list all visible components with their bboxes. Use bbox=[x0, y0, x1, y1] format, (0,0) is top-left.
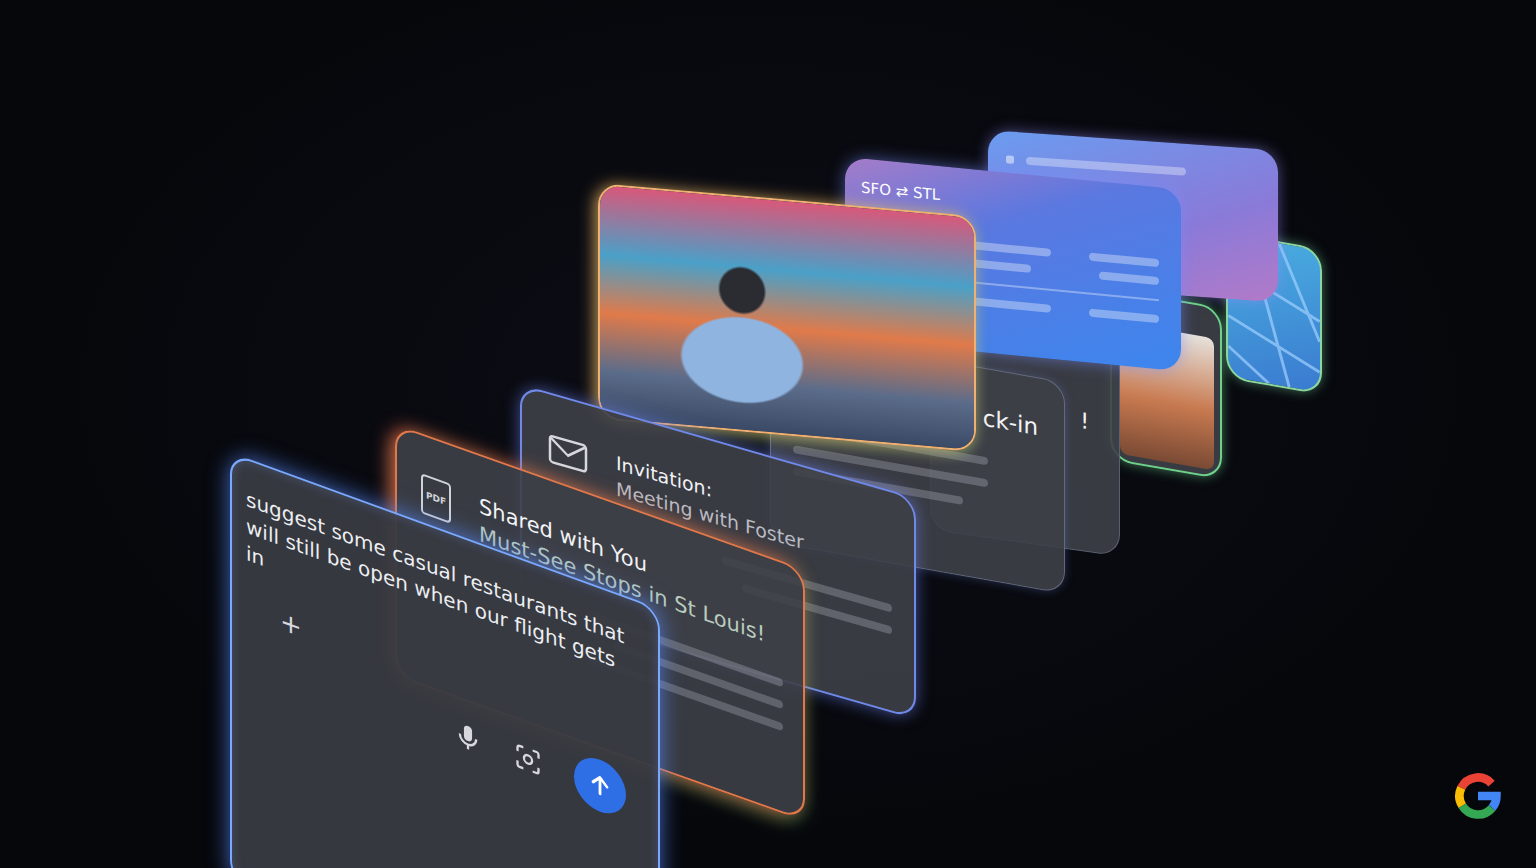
placeholder-line bbox=[971, 297, 1051, 313]
lens-icon[interactable] bbox=[514, 740, 542, 778]
add-button[interactable]: + bbox=[280, 607, 302, 641]
detail-row bbox=[971, 297, 1159, 323]
note-title: ! bbox=[1080, 408, 1089, 434]
divider bbox=[971, 281, 1159, 301]
document-icon bbox=[1006, 155, 1014, 164]
placeholder-line bbox=[1089, 252, 1159, 267]
send-button[interactable] bbox=[574, 750, 626, 821]
placeholder-line bbox=[1099, 271, 1159, 285]
placeholder-line bbox=[1026, 157, 1186, 176]
restaurant-photo bbox=[600, 185, 974, 450]
placeholder-line bbox=[1089, 308, 1159, 323]
microphone-icon[interactable] bbox=[454, 719, 482, 757]
placeholder-line bbox=[971, 241, 1051, 257]
google-logo-icon bbox=[1452, 770, 1504, 822]
stage: !SFO ⇄ STLck-inInvitation:Meeting with F… bbox=[0, 0, 1536, 868]
mail-icon bbox=[548, 432, 588, 475]
placeholder-line bbox=[971, 259, 1031, 273]
arrow-up-icon bbox=[586, 767, 614, 805]
checkin-title: ck-in bbox=[983, 405, 1038, 441]
pdf-icon: PDF bbox=[421, 473, 451, 524]
restaurant-photo-card[interactable] bbox=[598, 183, 976, 452]
